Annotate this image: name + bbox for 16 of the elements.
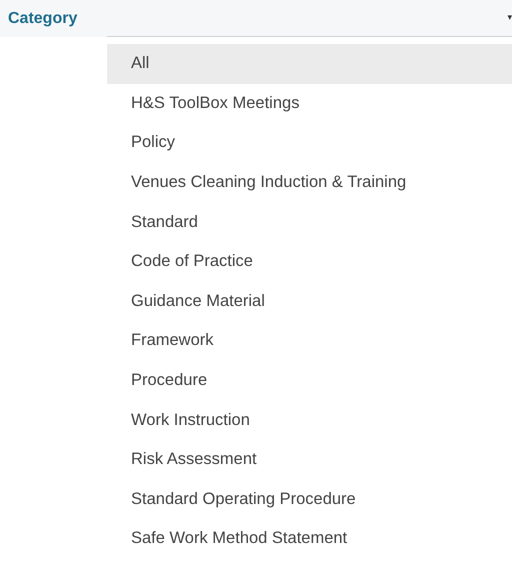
category-select[interactable]: ▾ <box>107 0 512 37</box>
category-label: Category <box>7 8 78 28</box>
menu-option[interactable]: Risk Assessment <box>107 440 512 480</box>
menu-option[interactable]: Safe Work Method Statement <box>107 519 512 559</box>
menu-option[interactable]: Policy <box>107 123 512 163</box>
menu-option[interactable]: Guidance Material <box>107 282 512 322</box>
menu-option[interactable]: Venues Cleaning Induction & Training <box>107 162 512 202</box>
menu-option[interactable]: Standard <box>107 202 512 242</box>
menu-option[interactable]: Standard Operating Procedure <box>107 480 512 520</box>
menu-option[interactable]: Work Instruction <box>107 400 512 440</box>
caret-icon: ▾ <box>507 14 512 22</box>
menu-option[interactable]: Procedure <box>107 360 512 400</box>
menu-option[interactable]: Framework <box>107 321 512 361</box>
menu-option[interactable]: H&S ToolBox Meetings <box>107 84 512 124</box>
menu-option[interactable]: Code of Practice <box>107 242 512 282</box>
menu-option[interactable]: All <box>107 44 512 84</box>
